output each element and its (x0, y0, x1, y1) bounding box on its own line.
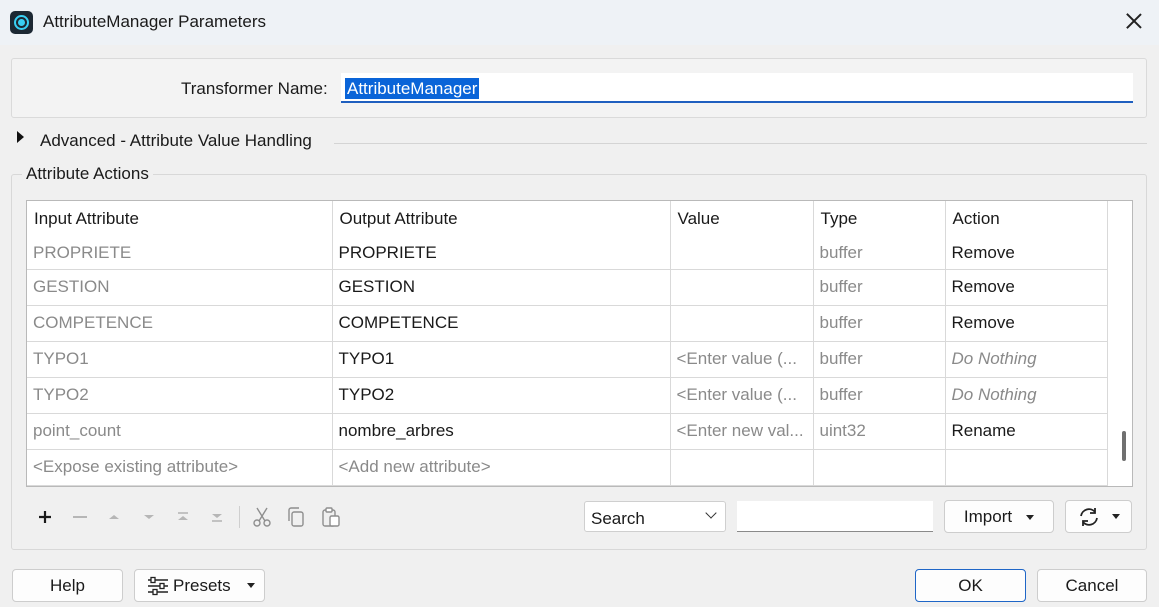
type-cell: buffer (813, 341, 946, 378)
type-cell: buffer (813, 305, 946, 342)
column-header-type[interactable]: Type (813, 201, 946, 237)
import-label: Import (963, 507, 1013, 526)
action-cell[interactable]: Remove (945, 269, 1108, 306)
table-row[interactable]: <Expose existing attribute> <Add new att… (27, 449, 1108, 486)
ok-button[interactable]: OK (915, 569, 1026, 602)
column-header-output-attribute[interactable]: Output Attribute (332, 201, 671, 237)
type-cell: buffer (813, 377, 946, 414)
value-cell[interactable] (670, 269, 814, 306)
input-attribute-cell[interactable]: PROPRIETE (27, 237, 333, 270)
close-icon[interactable] (1123, 10, 1145, 32)
action-cell[interactable]: Rename (945, 413, 1108, 450)
plus-icon[interactable] (33, 505, 57, 529)
attribute-actions-table: Input Attribute Output Attribute Value T… (26, 200, 1133, 487)
table-row[interactable]: PROPRIETE PROPRIETE buffer Remove (27, 237, 1108, 270)
value-cell[interactable] (670, 305, 814, 342)
table-header-row: Input Attribute Output Attribute Value T… (27, 201, 1108, 237)
type-cell: uint32 (813, 413, 946, 450)
output-attribute-cell[interactable]: nombre_arbres (332, 413, 671, 450)
value-cell[interactable]: <Enter new val... (670, 413, 814, 450)
expose-attribute-cell[interactable]: <Expose existing attribute> (27, 449, 333, 486)
cancel-button[interactable]: Cancel (1037, 569, 1147, 602)
input-attribute-cell[interactable]: TYPO2 (27, 377, 333, 414)
copy-icon[interactable] (284, 505, 308, 529)
window-title: AttributeManager Parameters (43, 12, 266, 31)
expand-arrow-icon[interactable] (17, 131, 24, 143)
table-row[interactable]: TYPO2 TYPO2 <Enter value (... buffer Do … (27, 377, 1108, 414)
value-cell[interactable] (670, 449, 814, 486)
table-scrollbar[interactable] (1122, 431, 1126, 461)
attribute-actions-title: Attribute Actions (22, 164, 153, 184)
fme-app-icon (10, 11, 33, 34)
search-mode-value: Search (591, 509, 645, 528)
output-attribute-cell[interactable]: TYPO1 (332, 341, 671, 378)
output-attribute-cell[interactable]: COMPETENCE (332, 305, 671, 342)
type-cell (813, 449, 946, 486)
action-cell[interactable]: Remove (945, 237, 1108, 270)
refresh-menu-button[interactable] (1065, 500, 1132, 533)
input-attribute-cell[interactable]: point_count (27, 413, 333, 450)
column-header-input-attribute[interactable]: Input Attribute (27, 201, 333, 237)
presets-button[interactable]: Presets (134, 569, 265, 602)
transformer-name-input[interactable]: AttributeManager (341, 73, 1133, 103)
output-attribute-cell[interactable]: TYPO2 (332, 377, 671, 414)
column-header-value[interactable]: Value (670, 201, 814, 237)
presets-label: Presets (173, 576, 231, 595)
refresh-icon (1080, 508, 1098, 526)
move-top-icon[interactable] (171, 505, 195, 529)
advanced-section-toggle[interactable]: Advanced - Attribute Value Handling (40, 131, 312, 151)
column-header-action[interactable]: Action (945, 201, 1108, 237)
presets-icon (148, 576, 168, 596)
cut-icon[interactable] (250, 505, 274, 529)
move-up-icon[interactable] (102, 505, 126, 529)
move-bottom-icon[interactable] (205, 505, 229, 529)
type-cell: buffer (813, 269, 946, 306)
transformer-name-label: Transformer Name: (181, 79, 328, 98)
output-attribute-cell[interactable]: PROPRIETE (332, 237, 671, 270)
action-cell[interactable] (945, 449, 1108, 486)
add-attribute-cell[interactable]: <Add new attribute> (332, 449, 671, 486)
input-attribute-cell[interactable]: TYPO1 (27, 341, 333, 378)
table-row[interactable]: TYPO1 TYPO1 <Enter value (... buffer Do … (27, 341, 1108, 378)
table-row[interactable]: COMPETENCE COMPETENCE buffer Remove (27, 305, 1108, 342)
dropdown-arrow-icon (1112, 514, 1120, 519)
search-mode-select[interactable]: Search (584, 501, 726, 532)
value-cell[interactable] (670, 237, 814, 270)
transformer-name-value: AttributeManager (345, 78, 480, 99)
import-button[interactable]: Import (944, 500, 1054, 533)
table-row[interactable]: GESTION GESTION buffer Remove (27, 269, 1108, 306)
input-attribute-cell[interactable]: GESTION (27, 269, 333, 306)
search-input[interactable] (737, 501, 933, 532)
advanced-divider (334, 143, 1147, 144)
minus-icon[interactable] (68, 505, 92, 529)
value-cell[interactable]: <Enter value (... (670, 341, 814, 378)
output-attribute-cell[interactable]: GESTION (332, 269, 671, 306)
value-cell[interactable]: <Enter value (... (670, 377, 814, 414)
move-down-icon[interactable] (137, 505, 161, 529)
table-row[interactable]: point_count nombre_arbres <Enter new val… (27, 413, 1108, 450)
toolbar-separator (239, 506, 240, 528)
chevron-down-icon (705, 507, 717, 519)
action-cell[interactable]: Do Nothing (945, 341, 1108, 378)
type-cell: buffer (813, 237, 946, 270)
dropdown-arrow-icon (1026, 515, 1035, 521)
dropdown-arrow-icon (247, 583, 255, 588)
title-bar: AttributeManager Parameters (0, 0, 1159, 45)
action-cell[interactable]: Do Nothing (945, 377, 1108, 414)
help-button[interactable]: Help (12, 569, 123, 602)
input-attribute-cell[interactable]: COMPETENCE (27, 305, 333, 342)
paste-icon[interactable] (319, 505, 343, 529)
action-cell[interactable]: Remove (945, 305, 1108, 342)
